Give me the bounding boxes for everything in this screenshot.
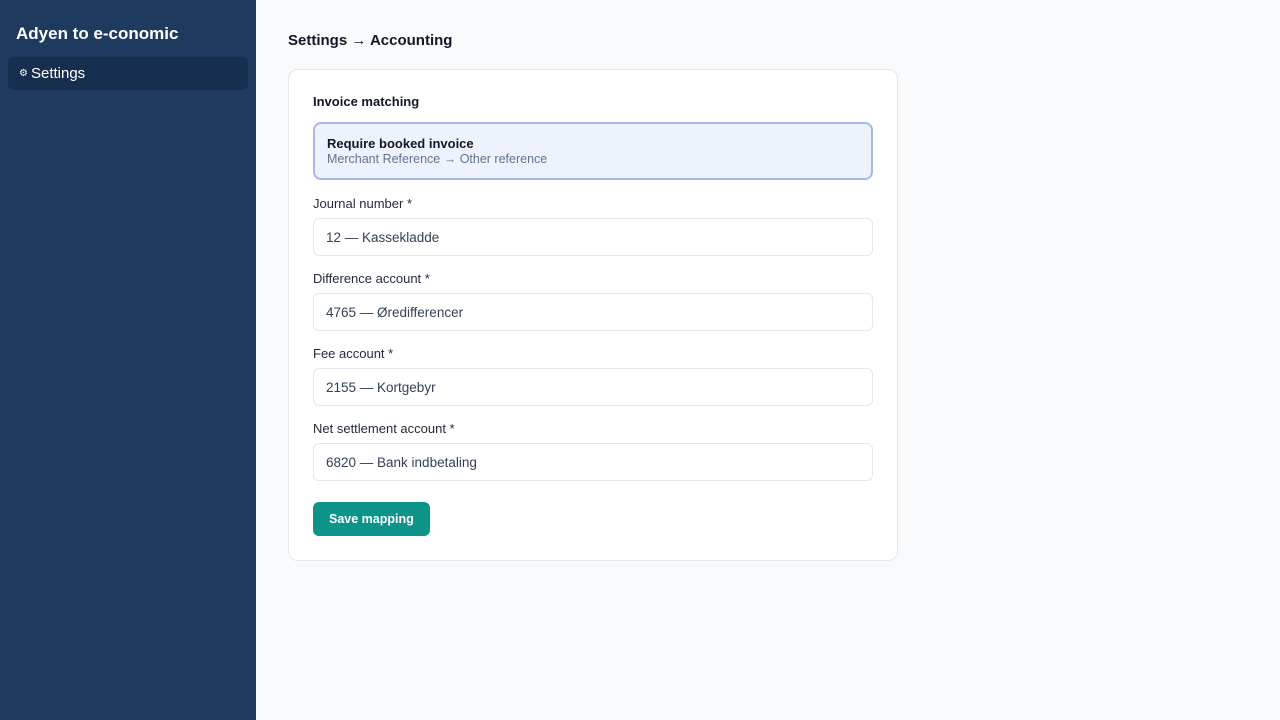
fee-account-field: Fee account * bbox=[313, 346, 873, 406]
net-settlement-account-input[interactable] bbox=[313, 443, 873, 481]
difference-account-label: Difference account * bbox=[313, 271, 430, 286]
sidebar-item-settings[interactable]: ⚙ Settings bbox=[8, 57, 248, 90]
net-settlement-account-field: Net settlement account * bbox=[313, 421, 873, 481]
invoice-matching-option[interactable]: Require booked invoice Merchant Referenc… bbox=[313, 122, 873, 180]
journal-number-label: Journal number * bbox=[313, 196, 412, 211]
net-settlement-account-label: Net settlement account * bbox=[313, 421, 455, 436]
section-title: Invoice matching bbox=[313, 94, 420, 109]
journal-number-field: Journal number * bbox=[313, 196, 873, 256]
app-title: Adyen to e-conomic bbox=[16, 24, 179, 43]
save-mapping-button[interactable]: Save mapping bbox=[313, 502, 430, 536]
sidebar: Adyen to e-conomic ⚙ Settings bbox=[0, 0, 256, 720]
main-content: Settings → Accounting Invoice matching R… bbox=[256, 0, 1280, 720]
option-title: Require booked invoice bbox=[327, 136, 474, 151]
fee-account-input[interactable] bbox=[313, 368, 873, 406]
journal-number-input[interactable] bbox=[313, 218, 873, 256]
breadcrumb: Settings → Accounting bbox=[288, 32, 453, 49]
difference-account-input[interactable] bbox=[313, 293, 873, 331]
sidebar-item-label: Settings bbox=[30, 65, 86, 82]
difference-account-field: Difference account * bbox=[313, 271, 873, 331]
accounting-card: Invoice matching Require booked invoice … bbox=[288, 69, 898, 561]
option-subtitle: Merchant Reference → Other reference bbox=[327, 152, 548, 166]
gear-icon: ⚙ bbox=[19, 67, 28, 79]
fee-account-label: Fee account * bbox=[313, 346, 394, 361]
app-root: Adyen to e-conomic ⚙ Settings Settings →… bbox=[0, 0, 1280, 720]
